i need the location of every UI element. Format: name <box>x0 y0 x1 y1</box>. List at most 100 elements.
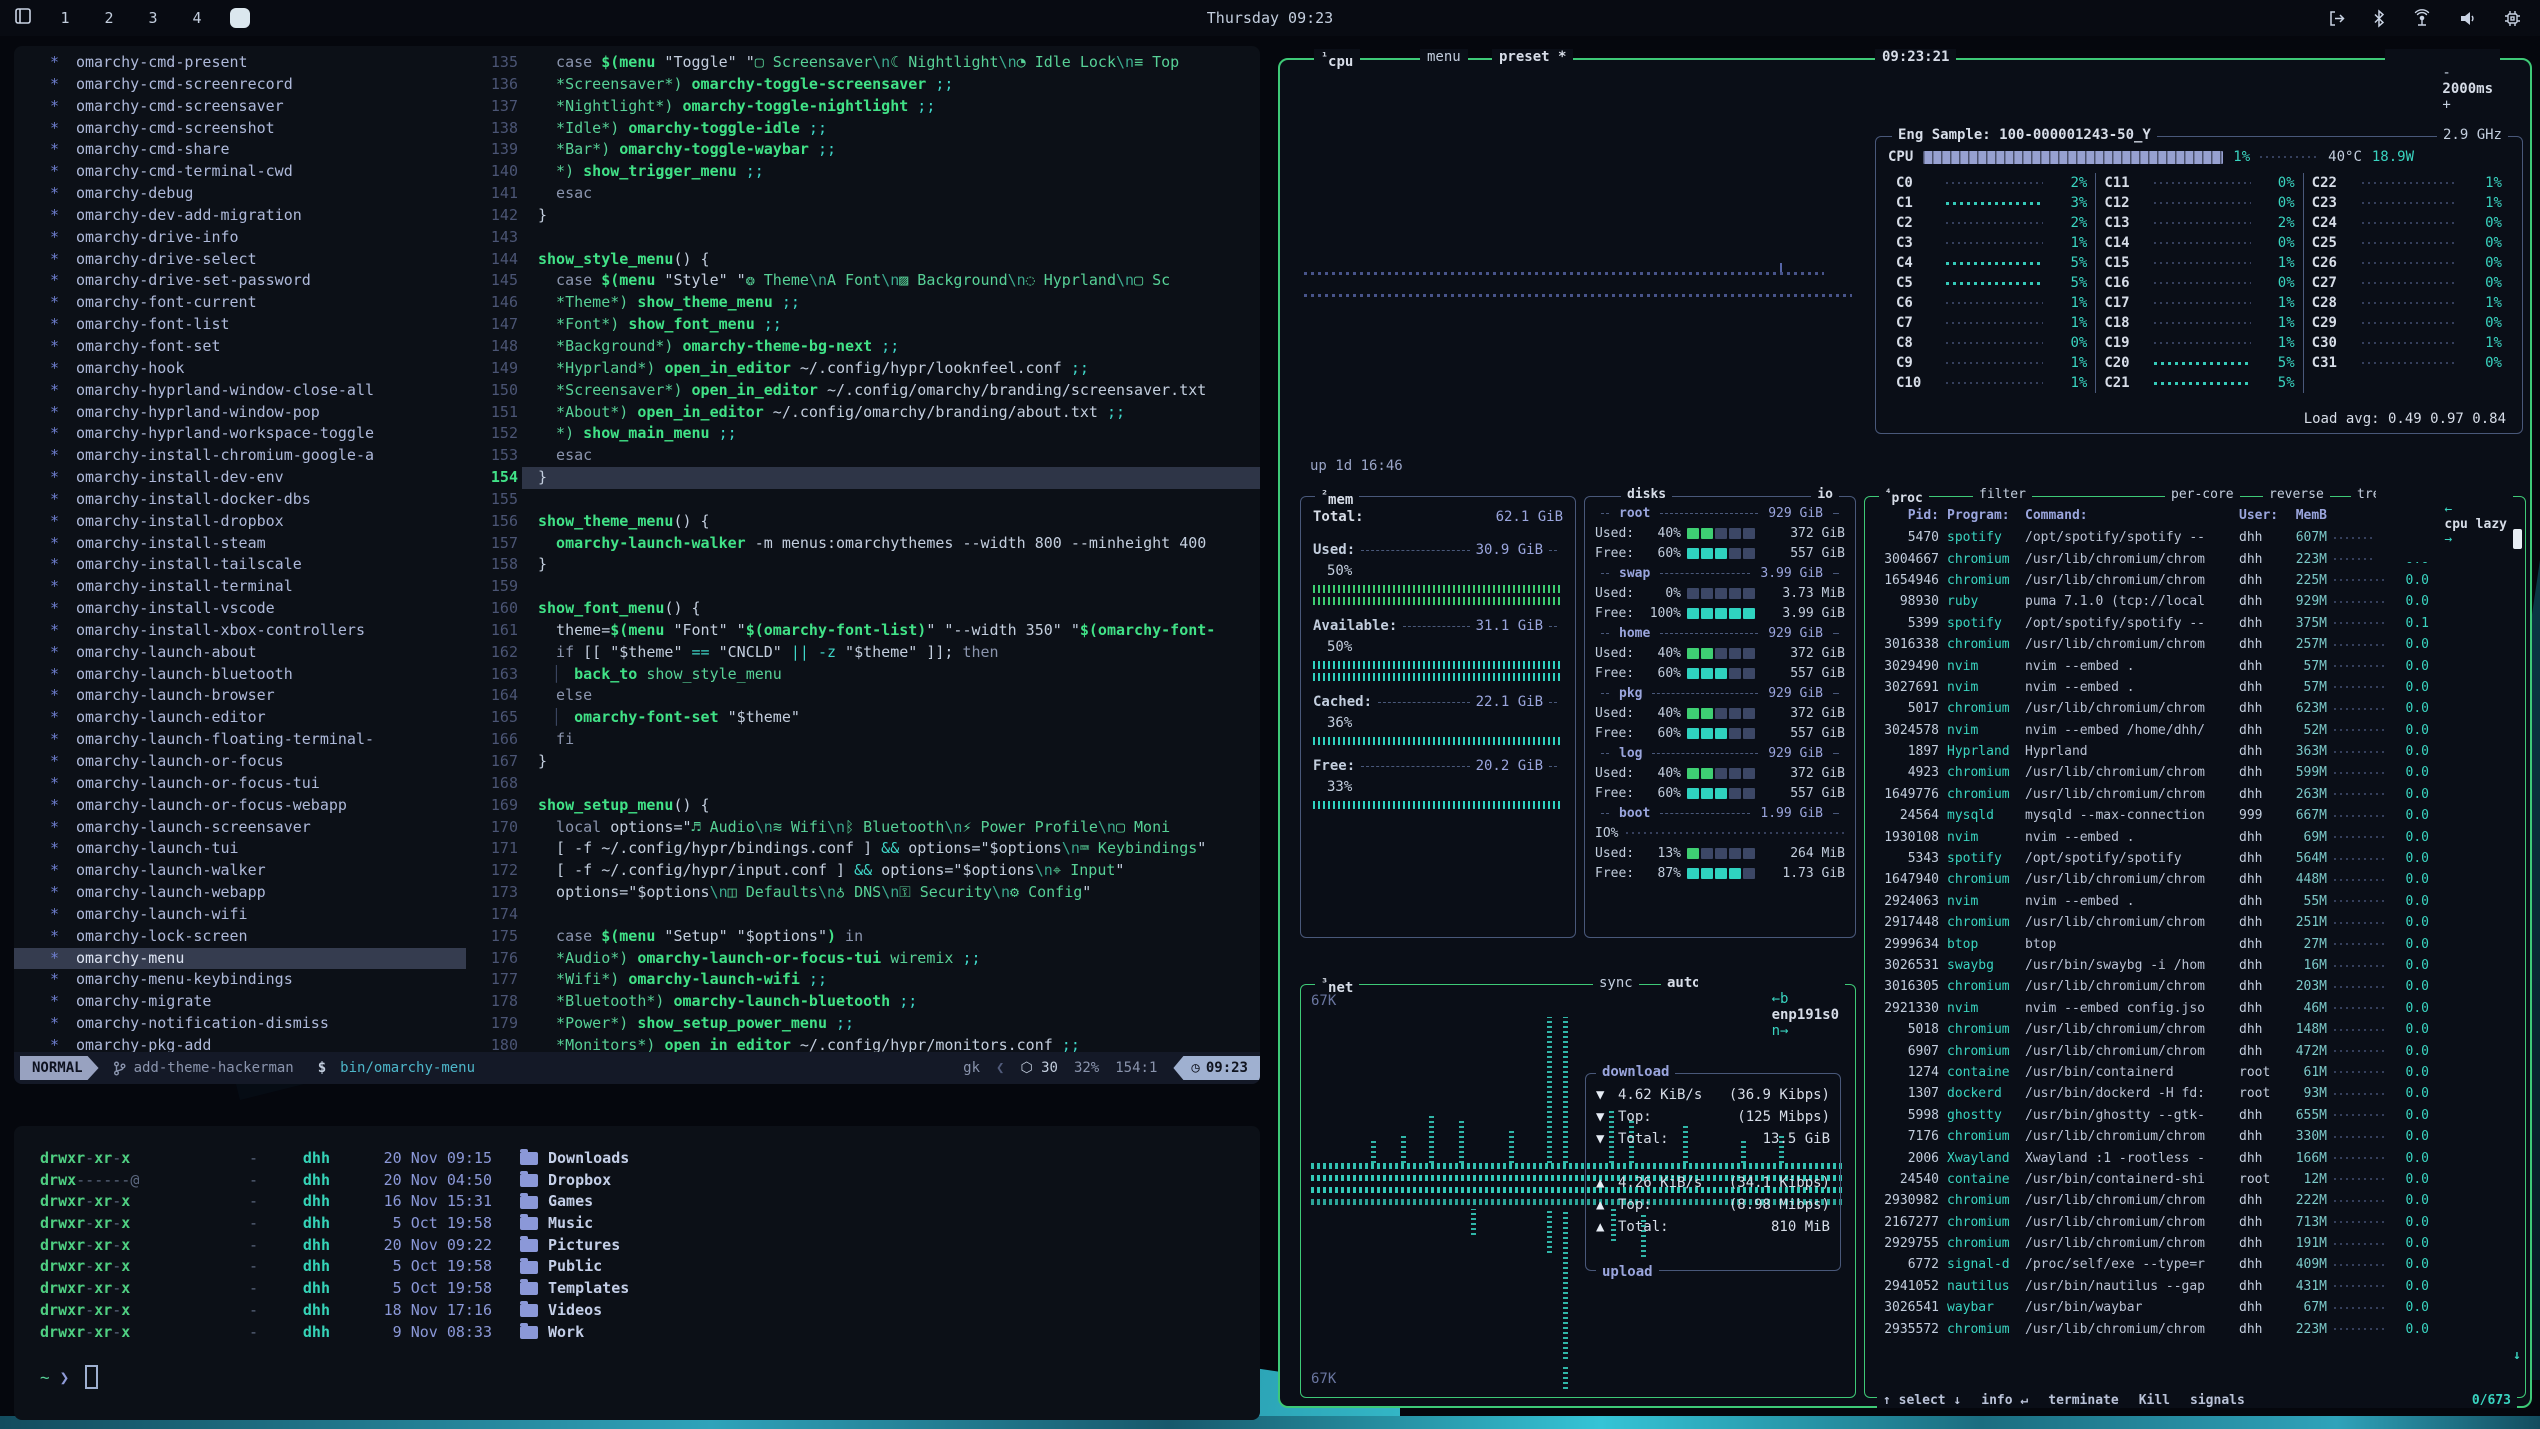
code-line[interactable]: *Wifi*) omarchy-launch-wifi ;; <box>522 969 1260 991</box>
process-row[interactable]: 5998ghostty/usr/bin/ghostty --gtk-dhh655… <box>1875 1105 2517 1126</box>
code-line[interactable] <box>522 576 1260 598</box>
code-line[interactable]: show_setup_menu() { <box>522 795 1260 817</box>
file-list-item[interactable]: *omarchy-launch-tui <box>14 838 466 860</box>
code-line[interactable]: *About*) open_in_editor ~/.config/omarch… <box>522 402 1260 424</box>
logout-icon[interactable] <box>2327 9 2346 28</box>
file-list-item[interactable]: *omarchy-install-dev-env <box>14 467 466 489</box>
process-row[interactable]: 5399spotify/opt/spotify/spotify --dhh375… <box>1875 613 2517 634</box>
file-list-item[interactable]: *omarchy-cmd-present <box>14 52 466 74</box>
file-list-item[interactable]: *omarchy-launch-screensaver <box>14 817 466 839</box>
code-line[interactable] <box>522 489 1260 511</box>
process-row[interactable]: 3016305chromium/usr/lib/chromium/chromdh… <box>1875 976 2517 997</box>
code-line[interactable]: } <box>522 751 1260 773</box>
file-list-item[interactable]: *omarchy-launch-or-focus-tui <box>14 773 466 795</box>
file-list-item[interactable]: *omarchy-menu <box>14 948 466 970</box>
file-list-item[interactable]: *omarchy-launch-walker <box>14 860 466 882</box>
shell-prompt[interactable]: ~ ❯ <box>40 1365 1260 1389</box>
code-line[interactable]: [ -f ~/.config/hypr/input.conf ] && opti… <box>522 860 1260 882</box>
file-list-item[interactable]: *omarchy-debug <box>14 183 466 205</box>
process-row[interactable]: 2921330nvimnvim --embed config.jsodhh46M… <box>1875 998 2517 1019</box>
file-list-item[interactable]: *omarchy-launch-or-focus <box>14 751 466 773</box>
process-row[interactable]: 24540containe/usr/bin/containerd-shiroot… <box>1875 1169 2517 1190</box>
process-row[interactable]: 5018chromium/usr/lib/chromium/chromdhh14… <box>1875 1019 2517 1040</box>
process-row[interactable]: 1897HyprlandHyprlanddhh363M0.0 <box>1875 741 2517 762</box>
file-list-item[interactable]: *omarchy-launch-or-focus-webapp <box>14 795 466 817</box>
code-line[interactable]: *Hyprland*) open_in_editor ~/.config/hyp… <box>522 358 1260 380</box>
process-row[interactable]: 2006XwaylandXwayland :1 -rootless -dhh16… <box>1875 1147 2517 1168</box>
process-row[interactable]: 2999634btopbtopdhh27M0.0 <box>1875 933 2517 954</box>
workspace-4[interactable]: 4 <box>186 9 208 27</box>
code-line[interactable]: fi <box>522 729 1260 751</box>
file-list-item[interactable]: *omarchy-font-list <box>14 314 466 336</box>
code-line[interactable]: case $(menu "Toggle" "▢ Screensaver\n☾ N… <box>522 52 1260 74</box>
file-list-item[interactable]: *omarchy-install-dropbox <box>14 511 466 533</box>
code-line[interactable]: *Screensaver*) open_in_editor ~/.config/… <box>522 380 1260 402</box>
code-line[interactable]: case $(menu "Setup" "$options") in <box>522 926 1260 948</box>
file-list-item[interactable]: *omarchy-hook <box>14 358 466 380</box>
process-row[interactable]: 2930982chromium/usr/lib/chromium/chromdh… <box>1875 1190 2517 1211</box>
preset-button[interactable]: preset * <box>1492 49 1573 65</box>
file-list-item[interactable]: *omarchy-hyprland-window-pop <box>14 402 466 424</box>
process-row[interactable]: 2167277chromium/usr/lib/chromium/chromdh… <box>1875 1212 2517 1233</box>
code-line[interactable]: *Screensaver*) omarchy-toggle-screensave… <box>522 74 1260 96</box>
file-list-item[interactable]: *omarchy-install-vscode <box>14 598 466 620</box>
workspace-3[interactable]: 3 <box>142 9 164 27</box>
code-line[interactable]: ▏ back_to show_style_menu <box>522 664 1260 686</box>
file-list-item[interactable]: *omarchy-install-chromium-google-a <box>14 445 466 467</box>
file-list-item[interactable]: *omarchy-lock-screen <box>14 926 466 948</box>
code-line[interactable]: esac <box>522 183 1260 205</box>
process-row[interactable]: 3029490nvimnvim --embed .dhh57M0.0 <box>1875 655 2517 676</box>
folder-name[interactable]: Games <box>548 1191 593 1213</box>
file-list-item[interactable]: *omarchy-drive-set-password <box>14 270 466 292</box>
process-row[interactable]: 4923chromium/usr/lib/chromium/chromdhh59… <box>1875 762 2517 783</box>
process-row[interactable]: 1647940chromium/usr/lib/chromium/chromdh… <box>1875 869 2517 890</box>
folder-name[interactable]: Templates <box>548 1278 629 1300</box>
process-row[interactable]: 1654946chromium/usr/lib/chromium/chromdh… <box>1875 570 2517 591</box>
code-line[interactable]: ▏ omarchy-font-set "$theme" <box>522 707 1260 729</box>
code-line[interactable]: *) show_trigger_menu ;; <box>522 161 1260 183</box>
process-row[interactable]: 98930rubypuma 7.1.0 (tcp://localdhh929M0… <box>1875 591 2517 612</box>
file-list-item[interactable]: *omarchy-install-terminal <box>14 576 466 598</box>
proc-filter-button[interactable]: filter <box>1973 487 2032 502</box>
code-line[interactable] <box>522 773 1260 795</box>
process-row[interactable]: 6772signal-d/proc/self/exe --type=rdhh40… <box>1875 1254 2517 1275</box>
info-hint[interactable]: info ↵ <box>1981 1393 2028 1408</box>
network-icon[interactable] <box>2412 9 2432 28</box>
editor-buffer[interactable]: *omarchy-cmd-present135 case $(menu "Tog… <box>14 46 1260 1052</box>
workspace-1[interactable]: 1 <box>54 9 76 27</box>
file-list-item[interactable]: *omarchy-install-docker-dbs <box>14 489 466 511</box>
file-list-item[interactable]: *omarchy-launch-floating-terminal- <box>14 729 466 751</box>
code-line[interactable]: show_theme_menu() { <box>522 511 1260 533</box>
process-row[interactable]: 3024578nvimnvim --embed /home/dhh/dhh52M… <box>1875 720 2517 741</box>
file-list-item[interactable]: *omarchy-migrate <box>14 991 466 1013</box>
file-list-item[interactable]: *omarchy-launch-editor <box>14 707 466 729</box>
terminal-cursor[interactable] <box>85 1365 98 1389</box>
file-list-item[interactable]: *omarchy-cmd-screenrecord <box>14 74 466 96</box>
code-line[interactable]: *Background*) omarchy-theme-bg-next ;; <box>522 336 1260 358</box>
file-list-item[interactable]: *omarchy-launch-webapp <box>14 882 466 904</box>
file-list-item[interactable]: *omarchy-launch-wifi <box>14 904 466 926</box>
process-row[interactable]: 2924063nvimnvim --embed .dhh55M0.0 <box>1875 891 2517 912</box>
folder-name[interactable]: Downloads <box>548 1148 629 1170</box>
code-line[interactable]: [ -f ~/.config/hypr/bindings.conf ] && o… <box>522 838 1260 860</box>
process-row[interactable]: 24564mysqldmysqld --max-connection999667… <box>1875 805 2517 826</box>
process-row[interactable]: 1307dockerd/usr/bin/dockerd -H fd:root93… <box>1875 1083 2517 1104</box>
file-list-item[interactable]: *omarchy-install-steam <box>14 533 466 555</box>
file-list-item[interactable]: *omarchy-drive-info <box>14 227 466 249</box>
file-list-item[interactable]: *omarchy-install-tailscale <box>14 554 466 576</box>
bluetooth-icon[interactable] <box>2372 9 2386 28</box>
process-row[interactable]: 6907chromium/usr/lib/chromium/chromdhh47… <box>1875 1040 2517 1061</box>
proc-percore-toggle[interactable]: per-core <box>2165 487 2240 502</box>
file-list-item[interactable]: *omarchy-drive-select <box>14 249 466 271</box>
file-list-item[interactable]: *omarchy-font-current <box>14 292 466 314</box>
process-row[interactable]: 7176chromium/usr/lib/chromium/chromdhh33… <box>1875 1126 2517 1147</box>
folder-name[interactable]: Music <box>548 1213 593 1235</box>
code-line[interactable]: omarchy-launch-walker -m menus:omarchyth… <box>522 533 1260 555</box>
file-list-item[interactable]: *omarchy-cmd-screenshot <box>14 118 466 140</box>
active-workspace-indicator[interactable] <box>230 8 250 28</box>
file-list-item[interactable]: *omarchy-dev-add-migration <box>14 205 466 227</box>
file-list-item[interactable]: *omarchy-notification-dismiss <box>14 1013 466 1035</box>
proc-reverse-toggle[interactable]: reverse <box>2263 487 2330 502</box>
code-line[interactable]: } <box>522 554 1260 576</box>
file-list-item[interactable]: *omarchy-font-set <box>14 336 466 358</box>
